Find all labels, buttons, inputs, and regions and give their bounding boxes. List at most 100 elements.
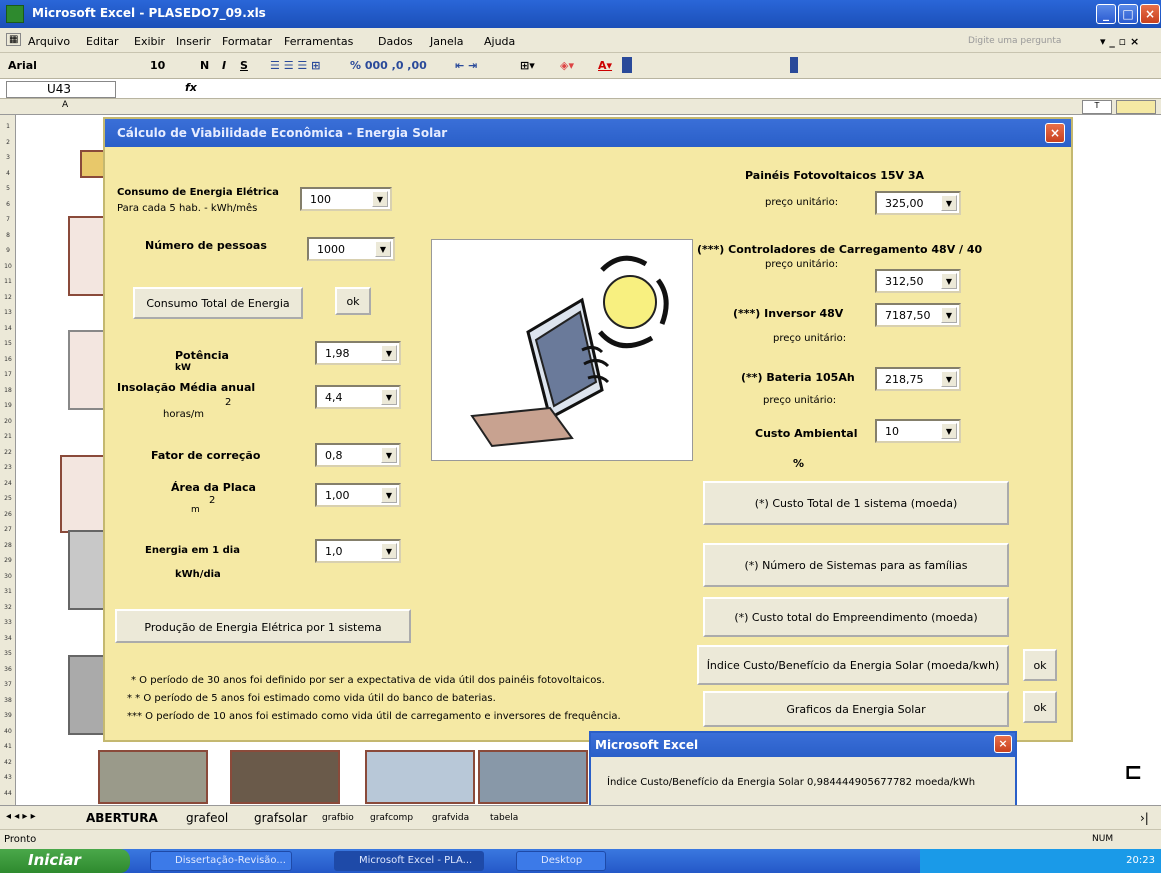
row-number[interactable]: 7: [0, 216, 16, 223]
chevron-down-icon[interactable]: ▼: [381, 447, 397, 463]
number-format-icons[interactable]: % 000 ,0 ,00: [350, 59, 427, 72]
chevron-down-icon[interactable]: ▼: [941, 273, 957, 289]
row-number[interactable]: 8: [0, 232, 16, 239]
borders-icon[interactable]: ⊞▾: [520, 59, 535, 72]
chevron-down-icon[interactable]: ▼: [941, 423, 957, 439]
row-number[interactable]: 31: [0, 588, 16, 595]
row-number[interactable]: 34: [0, 635, 16, 642]
consumo-total-button[interactable]: Consumo Total de Energia: [133, 287, 303, 319]
row-number[interactable]: 25: [0, 495, 16, 502]
row-number[interactable]: 4: [0, 170, 16, 177]
row-number[interactable]: 1: [0, 123, 16, 130]
row-number[interactable]: 5: [0, 185, 16, 192]
row-number[interactable]: 22: [0, 449, 16, 456]
start-button[interactable]: Iniciar: [0, 849, 130, 873]
close-icon[interactable]: ×: [1140, 4, 1160, 24]
row-number[interactable]: 36: [0, 666, 16, 673]
menu-arquivo[interactable]: Arquivo: [28, 35, 70, 48]
menu-exibir[interactable]: Exibir: [134, 35, 165, 48]
chevron-down-icon[interactable]: ▼: [941, 307, 957, 323]
row-number[interactable]: 3: [0, 154, 16, 161]
toolbox-icon[interactable]: T: [1082, 100, 1112, 114]
row-number[interactable]: 12: [0, 294, 16, 301]
graficos-button[interactable]: Graficos da Energia Solar: [703, 691, 1009, 727]
menu-editar[interactable]: Editar: [86, 35, 119, 48]
indice-ok-button[interactable]: ok: [1023, 649, 1057, 681]
row-number[interactable]: 10: [0, 263, 16, 270]
row-number[interactable]: 16: [0, 356, 16, 363]
energia-dia-combo[interactable]: 1,0 ▼: [315, 539, 401, 563]
row-number[interactable]: 21: [0, 433, 16, 440]
tab-tabela[interactable]: tabela: [490, 813, 518, 823]
font-name-select[interactable]: Arial: [8, 59, 37, 72]
dialog-close-icon[interactable]: ×: [994, 735, 1012, 753]
formula-bar[interactable]: [0, 79, 1161, 99]
row-number[interactable]: 11: [0, 278, 16, 285]
indent-icons[interactable]: ⇤ ⇥: [455, 59, 477, 72]
row-number[interactable]: 29: [0, 557, 16, 564]
taskbar-item-desktop[interactable]: Desktop: [516, 851, 606, 871]
numero-sistemas-button[interactable]: (*) Número de Sistemas para as famílias: [703, 543, 1009, 587]
tab-grafbio[interactable]: grafbio: [322, 813, 354, 823]
row-number[interactable]: 15: [0, 340, 16, 347]
chevron-down-icon[interactable]: ▼: [941, 195, 957, 211]
chevron-down-icon[interactable]: ▼: [381, 543, 397, 559]
control-box[interactable]: [1116, 100, 1156, 114]
controladores-combo[interactable]: 312,50 ▼: [875, 269, 961, 293]
excel-doc-icon[interactable]: ▦: [6, 33, 22, 46]
row-number[interactable]: 35: [0, 650, 16, 657]
producao-energia-button[interactable]: Produção de Energia Elétrica por 1 siste…: [115, 609, 411, 643]
menu-inserir[interactable]: Inserir: [176, 35, 211, 48]
custo-empreendimento-button[interactable]: (*) Custo total do Empreendimento (moeda…: [703, 597, 1009, 637]
row-number[interactable]: 32: [0, 604, 16, 611]
row-number[interactable]: 41: [0, 743, 16, 750]
bateria-combo[interactable]: 218,75 ▼: [875, 367, 961, 391]
row-number[interactable]: 18: [0, 387, 16, 394]
row-number[interactable]: 6: [0, 201, 16, 208]
menu-dados[interactable]: Dados: [378, 35, 413, 48]
tab-abertura[interactable]: ABERTURA: [86, 811, 158, 825]
minimize-icon[interactable]: _: [1096, 4, 1116, 24]
taskbar-item-excel[interactable]: Microsoft Excel - PLA...: [334, 851, 484, 871]
row-number[interactable]: 38: [0, 697, 16, 704]
pessoas-combo[interactable]: 1000 ▼: [307, 237, 395, 261]
row-number[interactable]: 44: [0, 790, 16, 797]
consumo-total-ok-button[interactable]: ok: [335, 287, 371, 315]
row-number[interactable]: 14: [0, 325, 16, 332]
align-icons[interactable]: ☰ ☰ ☰ ⊞: [270, 59, 320, 72]
row-number[interactable]: 33: [0, 619, 16, 626]
chevron-down-icon[interactable]: ▼: [375, 241, 391, 257]
consumo-combo[interactable]: 100 ▼: [300, 187, 392, 211]
row-number[interactable]: 19: [0, 402, 16, 409]
name-box[interactable]: U43: [6, 81, 116, 98]
fator-combo[interactable]: 0,8 ▼: [315, 443, 401, 467]
tab-grafeol[interactable]: grafeol: [186, 811, 228, 825]
graficos-ok-button[interactable]: ok: [1023, 691, 1057, 723]
bold-button[interactable]: N: [200, 59, 209, 72]
row-number[interactable]: 39: [0, 712, 16, 719]
area-combo[interactable]: 1,00 ▼: [315, 483, 401, 507]
row-number[interactable]: 2: [0, 139, 16, 146]
tab-grafcomp[interactable]: grafcomp: [370, 813, 413, 823]
chevron-down-icon[interactable]: ▼: [381, 389, 397, 405]
font-size-select[interactable]: 10: [150, 59, 165, 72]
tab-grafsolar[interactable]: grafsolar: [254, 811, 307, 825]
custo-ambiental-combo[interactable]: 10 ▼: [875, 419, 961, 443]
hscroll-icon[interactable]: ›|: [1140, 811, 1149, 825]
chevron-down-icon[interactable]: ▼: [941, 371, 957, 387]
help-search-input[interactable]: Digite uma pergunta: [968, 36, 1061, 46]
menu-ferramentas[interactable]: Ferramentas: [284, 35, 353, 48]
row-number[interactable]: 42: [0, 759, 16, 766]
row-number[interactable]: 9: [0, 247, 16, 254]
column-a-header[interactable]: A: [62, 100, 68, 110]
doc-window-controls[interactable]: ▾ _ ▫ ×: [1100, 35, 1139, 48]
italic-button[interactable]: I: [222, 59, 226, 72]
fill-color-icon[interactable]: ◈▾: [560, 59, 574, 72]
maximize-icon[interactable]: □: [1118, 4, 1138, 24]
inversor-combo[interactable]: 7187,50 ▼: [875, 303, 961, 327]
potencia-combo[interactable]: 1,98 ▼: [315, 341, 401, 365]
row-number[interactable]: 27: [0, 526, 16, 533]
row-number[interactable]: 13: [0, 309, 16, 316]
form-close-icon[interactable]: ×: [1045, 123, 1065, 143]
row-number[interactable]: 26: [0, 511, 16, 518]
